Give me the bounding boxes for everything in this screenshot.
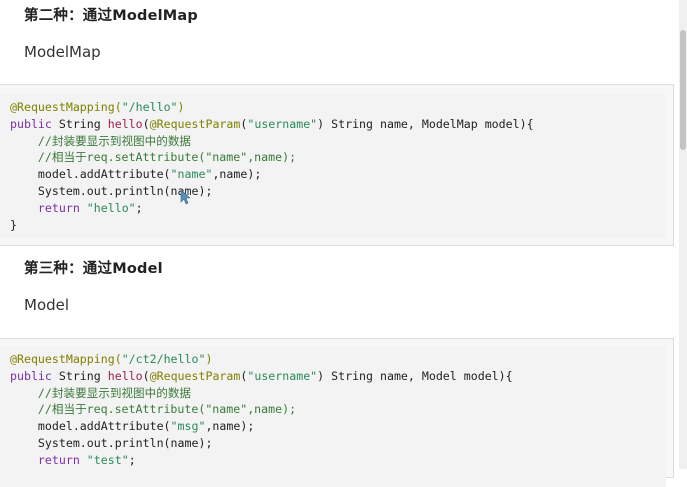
code-line: //封装要显示到视图中的数据 <box>10 133 534 150</box>
code-token: public <box>10 116 52 131</box>
code-line: public String hello(@RequestParam("usern… <box>10 116 534 133</box>
code-token: ) <box>177 100 185 114</box>
code-token: //相当于req.setAttribute("name",name); <box>10 402 297 417</box>
code-token: "username" <box>247 368 318 383</box>
code-token: ,name); <box>212 167 262 182</box>
code-token: String <box>51 116 108 131</box>
code-token: return <box>10 200 80 215</box>
code-token: "/hello" <box>121 100 178 114</box>
code-token: "/ct2/hello" <box>121 352 206 366</box>
code-token: ( <box>142 116 150 131</box>
code-token: "msg" <box>170 419 206 434</box>
code-line: return "hello"; <box>10 200 534 217</box>
code-line: @RequestMapping("/ct2/hello") <box>10 351 513 368</box>
code-token: public <box>10 368 52 383</box>
code-token: @RequestMapping( <box>10 352 122 366</box>
code-line: public String hello(@RequestParam("usern… <box>10 368 513 385</box>
code-token: @RequestMapping( <box>10 100 122 114</box>
code-line: System.out.println(name); <box>10 435 513 452</box>
code-token: String <box>51 368 108 383</box>
code-token: ( <box>142 368 150 383</box>
code-block-model: @RequestMapping("/ct2/hello") public Stri… <box>0 338 674 487</box>
code-line: //相当于req.setAttribute("name",name); <box>10 149 534 166</box>
code-line: @RequestMapping("/hello") <box>10 99 534 116</box>
code-token: model.addAttribute( <box>10 167 171 182</box>
code-token: ) String name, Model model){ <box>317 368 513 383</box>
code-token: System.out.println(name); <box>10 435 213 450</box>
code-token: "username" <box>247 116 318 131</box>
code-token: ) <box>205 352 213 366</box>
code-token: } <box>10 217 17 232</box>
code-lines: @RequestMapping("/hello") public String h… <box>10 99 534 233</box>
code-line: //封装要显示到视图中的数据 <box>10 385 513 402</box>
vertical-scrollbar[interactable] <box>679 0 687 469</box>
section-heading-model: 第三种：通过Model <box>24 261 163 277</box>
code-token: @RequestParam <box>149 368 241 383</box>
code-token: hello <box>107 116 143 131</box>
scrollbar-thumb[interactable] <box>680 30 686 150</box>
code-token: "hello" <box>86 200 136 215</box>
code-token: ) String name, ModelMap model){ <box>317 116 534 131</box>
code-block-modelmap: @RequestMapping("/hello") public String h… <box>0 84 674 246</box>
code-token: ,name); <box>205 419 255 434</box>
code-line: System.out.println(name); <box>10 183 534 200</box>
code-token: model.addAttribute( <box>10 419 171 434</box>
section-subtitle-modelmap: ModelMap <box>24 43 101 61</box>
code-line: model.addAttribute("name",name); <box>10 166 534 183</box>
section-heading-modelmap: 第二种：通过ModelMap <box>24 8 198 24</box>
code-line: //相当于req.setAttribute("name",name); <box>10 401 513 418</box>
code-token: "test" <box>86 452 129 467</box>
code-line: } <box>10 217 534 234</box>
code-token: ; <box>128 452 136 467</box>
code-line: model.addAttribute("msg",name); <box>10 418 513 435</box>
code-token: ; <box>135 200 143 215</box>
code-line: return "test"; <box>10 452 513 469</box>
section-subtitle-model: Model <box>24 296 70 314</box>
code-token: //相当于req.setAttribute("name",name); <box>10 150 297 165</box>
code-token: "name" <box>170 167 213 182</box>
code-token: hello <box>107 368 143 383</box>
code-token: //封装要显示到视图中的数据 <box>10 133 192 148</box>
code-lines: @RequestMapping("/ct2/hello") public Stri… <box>10 351 513 469</box>
code-token: return <box>10 452 80 467</box>
mouse-pointer-icon <box>180 189 190 205</box>
code-token: @RequestParam <box>149 116 241 131</box>
code-token: //封装要显示到视图中的数据 <box>10 385 192 400</box>
